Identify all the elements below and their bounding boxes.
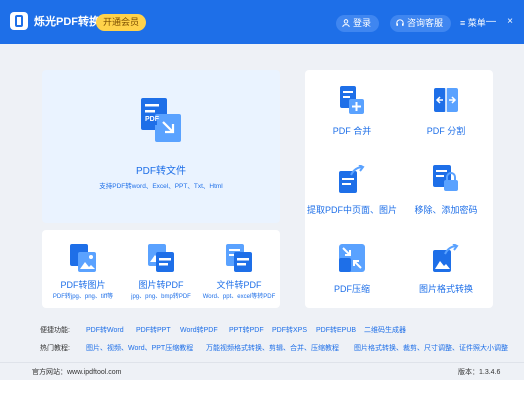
pdf-split-tool[interactable]: PDF 分割 bbox=[399, 70, 493, 149]
login-label: 登录 bbox=[353, 18, 372, 28]
tutorial-compress[interactable]: 图片、视频、Word、PPT压缩教程 bbox=[86, 343, 193, 353]
pdf-merge-tool[interactable]: PDF 合并 bbox=[305, 70, 399, 149]
status-bar: 官方网站：www.ipdftool.com 版本：1.3.4.6 bbox=[0, 362, 524, 380]
right-tools-panel: PDF 合并 PDF 分割 提取PDF中页面、图片 移除、添加密码 PDF压缩 … bbox=[305, 70, 493, 308]
compress-icon bbox=[339, 244, 365, 272]
pdf-merge-icon bbox=[340, 86, 364, 114]
menu-button[interactable]: ≡ 菜单 bbox=[460, 15, 486, 32]
image-convert-icon bbox=[433, 244, 459, 272]
menu-label: 菜单 bbox=[467, 18, 486, 28]
image-to-pdf-tool[interactable]: 图片转PDF jpg、png、bmp转PDF bbox=[124, 230, 198, 308]
image-to-pdf-label: 图片转PDF bbox=[138, 280, 184, 290]
quick-links-label: 便捷功能: bbox=[40, 327, 70, 334]
pdf-to-file-label: PDF转文件 bbox=[136, 166, 186, 177]
link-word-to-pdf[interactable]: Word转PDF bbox=[180, 325, 218, 335]
link-pdf-to-word[interactable]: PDF转Word bbox=[86, 325, 124, 335]
password-tool[interactable]: 移除、添加密码 bbox=[399, 149, 493, 228]
image-convert-tool[interactable]: 图片格式转换 bbox=[399, 228, 493, 307]
link-pdf-to-ppt[interactable]: PDF转PPT bbox=[136, 325, 171, 335]
pdf-split-icon bbox=[434, 86, 458, 114]
pdf-to-image-icon bbox=[70, 244, 96, 272]
user-icon bbox=[342, 19, 350, 27]
pdf-compress-tool[interactable]: PDF压缩 bbox=[305, 228, 399, 307]
app-logo-icon bbox=[10, 12, 28, 30]
customer-service-button[interactable]: 咨询客服 bbox=[390, 15, 452, 32]
pdf-compress-label: PDF压缩 bbox=[333, 284, 370, 294]
login-button[interactable]: 登录 bbox=[336, 15, 380, 32]
left-tools-panel: PDF转图片 PDF转jpg、png、tiff等 图片转PDF jpg、png、… bbox=[42, 230, 280, 308]
pdf-to-image-tool[interactable]: PDF转图片 PDF转jpg、png、tiff等 bbox=[46, 230, 120, 308]
image-convert-label: 图片格式转换 bbox=[418, 284, 473, 294]
tutorial-image[interactable]: 图片格式转换、裁剪、尺寸调整、证件照大小调整 bbox=[354, 343, 508, 353]
lock-icon bbox=[433, 165, 458, 191]
pdf-icon-text: PDF bbox=[145, 116, 159, 123]
version-label: 版本：1.3.4.6 bbox=[458, 369, 501, 376]
menu-icon: ≡ bbox=[460, 18, 466, 28]
pdf-to-image-sub: PDF转jpg、png、tiff等 bbox=[52, 294, 114, 300]
pdf-split-label: PDF 分割 bbox=[426, 126, 466, 136]
app-window: 烁光PDF转换器 开通会员 登录 咨询客服 ≡ 菜单 — × PDF PDF转文… bbox=[0, 0, 524, 400]
pdf-to-file-sub: 支持PDF转word、Excel、PPT、Txt、Html bbox=[99, 183, 223, 190]
image-to-pdf-icon bbox=[148, 244, 174, 272]
tutorials-label: 热门教程: bbox=[40, 345, 70, 352]
pdf-to-file-card[interactable]: PDF PDF转文件 支持PDF转word、Excel、PPT、Txt、Html bbox=[42, 70, 280, 223]
password-label: 移除、添加密码 bbox=[414, 205, 478, 215]
extract-pages-icon bbox=[339, 165, 365, 193]
headset-icon bbox=[396, 19, 404, 26]
file-to-pdf-sub: Word、ppt、excel等转PDF bbox=[202, 294, 276, 300]
pdf-merge-label: PDF 合并 bbox=[332, 126, 372, 136]
close-button[interactable]: × bbox=[505, 17, 515, 27]
link-pdf-to-epub[interactable]: PDF转EPUB bbox=[316, 325, 356, 335]
tutorial-video[interactable]: 万能视频格式转换、剪辑、合并、压缩教程 bbox=[206, 343, 339, 353]
file-to-pdf-icon bbox=[226, 244, 252, 272]
title-bar: 烁光PDF转换器 开通会员 登录 咨询客服 ≡ 菜单 — × bbox=[0, 0, 524, 44]
link-qrcode-generator[interactable]: 二维码生成器 bbox=[364, 325, 406, 335]
extract-pages-label: 提取PDF中页面、图片 bbox=[306, 205, 397, 215]
official-site[interactable]: 官方网站：www.ipdftool.com bbox=[32, 367, 121, 377]
extract-pages-tool[interactable]: 提取PDF中页面、图片 bbox=[305, 149, 399, 228]
file-to-pdf-tool[interactable]: 文件转PDF Word、ppt、excel等转PDF bbox=[202, 230, 276, 308]
pdf-to-image-label: PDF转图片 bbox=[60, 280, 106, 290]
image-to-pdf-sub: jpg、png、bmp转PDF bbox=[131, 294, 191, 300]
vip-button[interactable]: 开通会员 bbox=[96, 14, 146, 31]
bottom-strip bbox=[0, 380, 524, 400]
minimize-button[interactable]: — bbox=[486, 17, 496, 27]
link-ppt-to-pdf[interactable]: PPT转PDF bbox=[229, 325, 264, 335]
link-pdf-to-xps[interactable]: PDF转XPS bbox=[272, 325, 307, 335]
service-label: 咨询客服 bbox=[407, 18, 444, 28]
file-to-pdf-label: 文件转PDF bbox=[216, 280, 262, 290]
